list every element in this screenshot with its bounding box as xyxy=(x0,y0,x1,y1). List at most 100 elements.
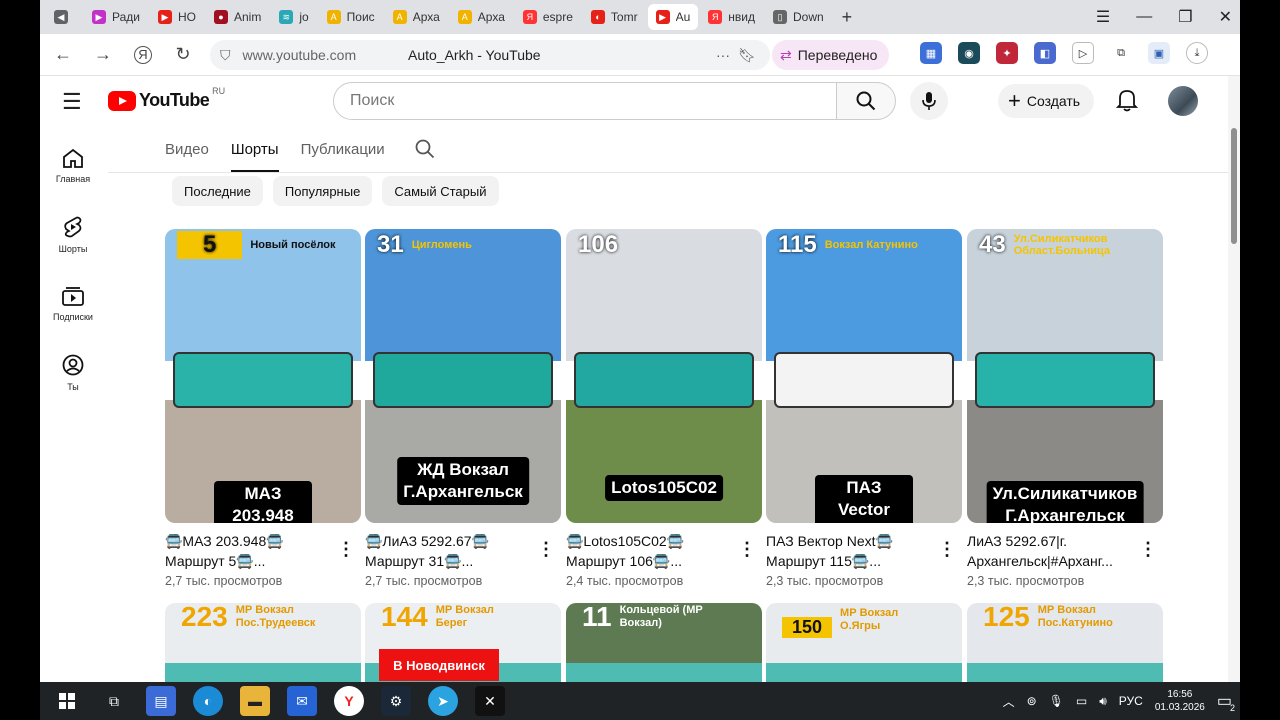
telegram-icon[interactable]: ➤ xyxy=(428,686,458,716)
menu-icon[interactable]: ☰ xyxy=(1096,7,1110,27)
short-thumbnail[interactable]: 150 МР Вокзал О.Ягры xyxy=(766,603,962,693)
short-title[interactable]: ЛиАЗ 5292.67|г. Архангельск|#Арханг... xyxy=(967,531,1137,571)
yandex-icon[interactable]: Я xyxy=(134,45,152,64)
browser-tab[interactable]: A Поис xyxy=(319,4,383,30)
chip-latest[interactable]: Последние xyxy=(172,176,263,206)
browser-tab[interactable]: A Арха xyxy=(450,4,513,30)
site-info-icon[interactable]: ⛉ xyxy=(220,47,231,64)
network-icon[interactable]: ▭ xyxy=(1076,694,1087,708)
scrollbar-thumb[interactable] xyxy=(1231,128,1237,244)
more-actions-icon[interactable]: ⋮ xyxy=(1139,539,1157,560)
short-thumbnail[interactable]: В Новодвинск 144 МР Вокзал Берег xyxy=(365,603,561,693)
short-thumbnail[interactable]: 223 МР Вокзал Пос.Трудеевск xyxy=(165,603,361,693)
extension-icon[interactable]: ◉ xyxy=(958,42,980,64)
short-card[interactable]: 115 Вокзал Катунино ПАЗ Vector Next ПАЗ … xyxy=(766,229,962,588)
language-indicator[interactable]: РУС xyxy=(1119,694,1143,708)
short-card[interactable]: 223 МР Вокзал Пос.Трудеевск xyxy=(165,603,361,693)
short-card[interactable]: 31 Цигломень ЖД Вокзал Г.Архангельск 🚍Ли… xyxy=(365,229,561,588)
short-title[interactable]: ПАЗ Вектор Next🚍 Маршрут 115🚍... xyxy=(766,531,936,571)
tray-app-icon[interactable]: ⊚ xyxy=(1027,694,1037,708)
browser-tab[interactable]: Яespre xyxy=(515,4,581,30)
microphone-icon[interactable]: 🎙︎ xyxy=(1049,694,1064,708)
short-thumbnail[interactable]: 125 МР Вокзал Пос.Катунино xyxy=(967,603,1163,693)
extension-icon[interactable]: ⧉ xyxy=(1110,42,1132,64)
browser-tab[interactable]: Янвид xyxy=(700,4,763,30)
task-view-icon[interactable]: ⧉ xyxy=(99,686,129,716)
account-avatar[interactable] xyxy=(1168,86,1198,116)
notification-center-icon[interactable]: ▭ 2 xyxy=(1217,691,1235,713)
short-thumbnail[interactable]: 43 Ул.Силикатчиков Област.Больница Ул.Си… xyxy=(967,229,1163,523)
browser-tab[interactable]: ● Anim xyxy=(206,4,269,30)
chip-popular[interactable]: Популярные xyxy=(272,176,373,206)
chevron-up-icon[interactable]: ︿ xyxy=(1003,693,1015,710)
short-card[interactable]: В Новодвинск 144 МР Вокзал Берег xyxy=(365,603,561,693)
more-actions-icon[interactable]: ⋮ xyxy=(738,539,756,560)
short-thumbnail[interactable]: 31 Цигломень ЖД Вокзал Г.Архангельск xyxy=(365,229,561,523)
extension-icon[interactable]: ◧ xyxy=(1034,42,1056,64)
guide-item-you[interactable]: Ты xyxy=(46,354,100,392)
start-icon[interactable] xyxy=(52,686,82,716)
tab-shorts[interactable]: Шорты xyxy=(230,126,279,172)
short-title[interactable]: 🚍ЛиАЗ 5292.67🚍 Маршрут 31🚍... xyxy=(365,531,535,571)
more-actions-icon[interactable]: ⋮ xyxy=(938,539,956,560)
browser-tab[interactable]: ▶ НО xyxy=(150,4,204,30)
short-thumbnail[interactable]: 106 Lotos105C02 xyxy=(566,229,762,523)
guide-item-shorts[interactable]: Шорты xyxy=(46,216,100,254)
extension-icon[interactable]: ▦ xyxy=(920,42,942,64)
search-input[interactable] xyxy=(333,82,837,120)
browser-tab[interactable]: ◀ xyxy=(46,4,82,30)
tab-posts[interactable]: Публикации xyxy=(301,126,385,172)
browser-tab[interactable]: ▯ Down xyxy=(765,4,832,30)
chip-oldest[interactable]: Самый Старый xyxy=(382,176,499,206)
more-actions-icon[interactable]: ⋮ xyxy=(537,539,555,560)
store-icon[interactable]: ▤ xyxy=(146,686,176,716)
page-scrollbar[interactable] xyxy=(1228,76,1240,682)
bookmark-icon[interactable]: 🔖︎ xyxy=(738,47,756,64)
browser-tab[interactable]: ≋ jo xyxy=(271,4,316,30)
search-button[interactable] xyxy=(836,82,896,120)
steam-icon[interactable]: ⚙ xyxy=(381,686,411,716)
extension-icon[interactable]: ▣ xyxy=(1148,42,1170,64)
short-thumbnail[interactable]: 115 Вокзал Катунино ПАЗ Vector Next xyxy=(766,229,962,523)
browser-tab[interactable]: ▶ Ради xyxy=(84,4,148,30)
new-tab-button[interactable]: + xyxy=(834,4,861,30)
guide-item-subscriptions[interactable]: Подписки xyxy=(46,286,100,322)
volume-icon[interactable]: 🔊︎ xyxy=(1099,694,1107,709)
back-button[interactable]: ← xyxy=(46,38,80,72)
short-card[interactable]: 125 МР Вокзал Пос.Катунино xyxy=(967,603,1163,693)
tab-videos[interactable]: Видео xyxy=(165,126,209,172)
forward-button[interactable]: → xyxy=(86,38,120,72)
short-card[interactable]: 11 Кольцевой (МР Вокзал) xyxy=(566,603,762,693)
url-field[interactable]: ⛉ www.youtube.com Auto_Arkh - YouTube ··… xyxy=(210,40,770,70)
browser-tab[interactable]: ▶ Au xyxy=(647,4,699,30)
channel-search-button[interactable] xyxy=(415,126,435,172)
clock[interactable]: 16:56 01.03.2026 xyxy=(1155,688,1205,714)
edge-icon[interactable]: ◐ xyxy=(193,686,223,716)
translate-button[interactable]: ⇄ Переведено xyxy=(772,40,890,70)
restore-icon[interactable]: ❐ xyxy=(1178,7,1192,27)
short-title[interactable]: 🚍Lotos105C02🚍 Маршрут 106🚍... xyxy=(566,531,736,571)
notifications-bell-icon[interactable] xyxy=(1115,88,1139,117)
reload-button[interactable]: ↻ xyxy=(166,38,200,72)
short-title[interactable]: 🚍МАЗ 203.948🚍 Маршрут 5🚍... xyxy=(165,531,335,571)
more-actions-icon[interactable]: ⋮ xyxy=(337,539,355,560)
extension-icon[interactable]: ✦ xyxy=(996,42,1018,64)
capcut-icon[interactable]: ✕ xyxy=(475,686,505,716)
short-card[interactable]: 150 МР Вокзал О.Ягры xyxy=(766,603,962,693)
short-card[interactable]: 106 Lotos105C02 🚍Lotos105C02🚍 Маршрут 10… xyxy=(566,229,762,588)
yandex-browser-icon[interactable]: Y xyxy=(334,686,364,716)
short-card[interactable]: 43 Ул.Силикатчиков Област.Больница Ул.Си… xyxy=(967,229,1163,588)
guide-item-home[interactable]: Главная xyxy=(46,148,100,184)
more-icon[interactable]: ··· xyxy=(716,47,730,63)
close-icon[interactable]: ✕ xyxy=(1219,7,1232,27)
short-thumbnail[interactable]: 11 Кольцевой (МР Вокзал) xyxy=(566,603,762,693)
menu-icon[interactable]: ☰ xyxy=(62,89,82,115)
youtube-logo[interactable]: YouTube RU xyxy=(108,86,225,111)
short-thumbnail[interactable]: 5 Новый посёлок МАЗ 203.948 xyxy=(165,229,361,523)
download-icon[interactable]: ⤓ xyxy=(1186,42,1208,64)
minimize-icon[interactable]: — xyxy=(1136,8,1152,26)
short-card[interactable]: 5 Новый посёлок МАЗ 203.948 🚍МАЗ 203.948… xyxy=(165,229,361,588)
file-explorer-icon[interactable]: ▬ xyxy=(240,686,270,716)
browser-tab[interactable]: A Арха xyxy=(385,4,448,30)
voice-search-button[interactable] xyxy=(910,82,948,120)
